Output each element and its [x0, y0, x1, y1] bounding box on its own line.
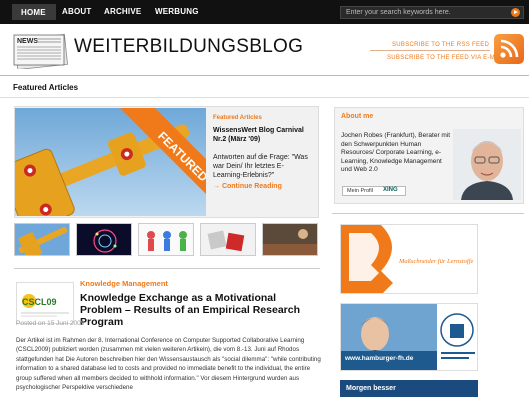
- thumbnail-network[interactable]: [76, 223, 132, 256]
- featured-subtitle: Antworten auf die Frage: "Was war Dein/ …: [213, 154, 308, 179]
- continue-reading-label: Continue Reading: [221, 183, 282, 190]
- article-body: Der Artikel ist im Rahmen der 8. Interna…: [16, 337, 321, 392]
- author-photo: [453, 129, 521, 200]
- featured-divider: [0, 97, 529, 98]
- article-category[interactable]: Knowledge Management: [80, 279, 168, 288]
- cscl-logo-text: CSCL09: [22, 297, 57, 307]
- rss-icon[interactable]: [494, 34, 524, 64]
- xing-logo-icon: XING: [383, 187, 398, 193]
- featured-title-link[interactable]: WissensWert Blog Carnival Nr.2 (März '09…: [213, 126, 313, 144]
- about-title: About me: [341, 113, 374, 120]
- search-input[interactable]: Enter your search keywords here.: [346, 9, 451, 16]
- ad-morgen-besser[interactable]: Morgen besser: [340, 380, 478, 397]
- search-box[interactable]: Enter your search keywords here.: [340, 6, 524, 19]
- email-subscribe-link[interactable]: SUBSCRIBE TO THE FEED VIA E-MAIL: [387, 55, 505, 61]
- ad-massschneider-text: Maßschneider für Lernstoffe: [399, 258, 474, 265]
- nav-werbung[interactable]: WERBUNG: [155, 7, 199, 16]
- continue-reading-link[interactable]: → Continue Reading: [213, 183, 282, 190]
- rss-subscribe-link[interactable]: SUBSCRIBE TO THE RSS FEED: [392, 42, 489, 48]
- ad-morgen-besser-text: Morgen besser: [346, 385, 396, 392]
- ad-massschneider[interactable]: Maßschneider für Lernstoffe: [340, 224, 478, 294]
- profile-label: Mein Profil: [347, 188, 373, 194]
- nav-home[interactable]: HOME: [12, 4, 56, 20]
- about-text: Jochen Robes (Frankfurt), Berater mit de…: [341, 132, 451, 174]
- article-title-link[interactable]: Knowledge Exchange as a Motivational Pro…: [80, 292, 320, 328]
- nav-about[interactable]: ABOUT: [62, 7, 91, 16]
- ad-hamburger-fh[interactable]: www.hamburger-fh.de: [340, 303, 478, 371]
- nav-archive[interactable]: ARCHIVE: [104, 7, 141, 16]
- thumbnail-puzzle[interactable]: [200, 223, 256, 256]
- xing-profile-button[interactable]: Mein Profil XING: [342, 186, 406, 196]
- rss-divider: [370, 50, 490, 51]
- newspaper-logo-icon[interactable]: NEWS: [13, 33, 69, 69]
- sidebar-divider: [332, 213, 524, 214]
- thumbnail-airplane[interactable]: [14, 223, 70, 256]
- article-date: Posted on 15 Juni 2009: [16, 320, 85, 327]
- logo-text: NEWS: [17, 38, 38, 45]
- featured-section-label: Featured Articles: [13, 83, 79, 92]
- top-nav-bar: HOME ABOUT ARCHIVE WERBUNG Enter your se…: [0, 0, 529, 24]
- site-title[interactable]: WEITERBILDUNGSBLOG: [74, 36, 303, 58]
- featured-airplane-image[interactable]: FEATURED: [15, 108, 206, 216]
- header-divider: [0, 75, 529, 76]
- thumbnail-people[interactable]: [138, 223, 194, 256]
- ad-hamburger-url: www.hamburger-fh.de: [345, 355, 414, 362]
- featured-kicker: Featured Articles: [213, 115, 262, 121]
- thumbnail-landscape[interactable]: [262, 223, 318, 256]
- search-submit-icon[interactable]: [511, 8, 520, 17]
- cscl-logo[interactable]: CSCL09: [16, 282, 74, 324]
- article-divider: [14, 268, 320, 269]
